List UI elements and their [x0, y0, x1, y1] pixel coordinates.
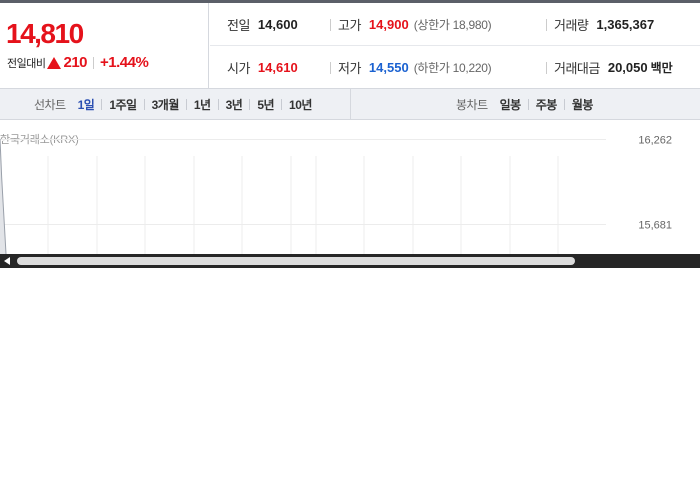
tab-monthly-candle[interactable]: 월봉 — [572, 96, 594, 113]
stat-label: 고가 — [338, 18, 361, 33]
line-chart-tabs: 선차트 1일 1주일 3개월 1년 3년 5년 10년 — [34, 89, 312, 119]
y-tick-label: 16,262 — [638, 135, 672, 147]
stat-value: 14,900 — [368, 17, 409, 32]
change-value: 210 — [63, 54, 88, 71]
tab-1-week[interactable]: 1주일 — [109, 96, 137, 113]
upper-limit-label: 상한가 — [417, 18, 450, 32]
chart-scrollbar[interactable] — [0, 254, 700, 268]
tabbar-divider — [350, 89, 351, 119]
stat-trade-amount: 거래대금 20,050 백만 — [546, 46, 673, 89]
stat-volume: 거래량 1,365,367 — [546, 3, 654, 46]
chart-plot: 16,26215,68115,100 — [0, 135, 672, 254]
chart-tabbar: 선차트 1일 1주일 3개월 1년 3년 5년 10년 봉차트 일봉 주봉 월봉 — [0, 89, 700, 120]
stats-row: 시가 14,610 저가 14,550 (하한가 10,220) 거래대금 20… — [210, 46, 700, 89]
stat-prev-close: 전일 14,600 — [227, 3, 298, 46]
tab-10-years[interactable]: 10년 — [289, 96, 312, 113]
quote-summary: 14,810 전일대비 210 +1.44% 전일 14,600 고가 14,9… — [0, 3, 700, 89]
y-tick-label: 15,681 — [638, 220, 672, 232]
change-label: 전일대비 — [7, 57, 46, 70]
stat-open: 시가 14,610 — [227, 46, 298, 89]
candle-chart-tabs: 봉차트 일봉 주봉 월봉 — [456, 89, 593, 119]
scrollbar-thumb[interactable] — [17, 257, 575, 265]
tab-3-years[interactable]: 3년 — [226, 96, 243, 113]
price-chart: 한국거래소(KRX) 16,26215,68115,100 — [0, 120, 700, 254]
stat-value: 14,600 — [257, 17, 298, 32]
price-panel: 14,810 전일대비 210 +1.44% — [0, 3, 209, 89]
divider — [527, 98, 529, 110]
current-price: 14,810 — [6, 18, 84, 49]
tab-1-day[interactable]: 1일 — [78, 96, 95, 113]
divider — [93, 56, 95, 69]
divider — [281, 98, 283, 110]
tab-weekly-candle[interactable]: 주봉 — [536, 96, 558, 113]
stat-low: 저가 14,550 (하한가 10,220) — [330, 46, 492, 89]
stat-label: 거래대금 — [554, 61, 600, 76]
divider — [563, 98, 565, 110]
candle-chart-label: 봉차트 — [456, 97, 488, 112]
scroll-left-icon[interactable] — [4, 257, 10, 265]
upper-limit-value: 18,980 — [452, 18, 488, 32]
divider — [249, 98, 251, 110]
tab-5-years[interactable]: 5년 — [257, 96, 274, 113]
stat-unit: 백만 — [650, 61, 673, 75]
stat-value: 14,610 — [257, 60, 298, 75]
lower-limit-label: 하한가 — [417, 61, 450, 75]
line-chart-label: 선차트 — [34, 97, 66, 112]
stat-value: 14,550 — [368, 60, 409, 75]
stats-panel: 전일 14,600 고가 14,900 (상한가 18,980) 거래량 1,3… — [210, 3, 700, 89]
up-triangle-icon — [47, 56, 62, 69]
tab-1-year[interactable]: 1년 — [194, 96, 211, 113]
tab-daily-candle[interactable]: 일봉 — [500, 96, 522, 113]
divider — [143, 98, 145, 110]
stat-value: 20,050 — [607, 60, 648, 75]
divider — [185, 98, 187, 110]
upper-limit-note: (상한가 18,980) — [413, 18, 492, 32]
stat-value: 1,365,367 — [596, 17, 655, 32]
tab-3-months[interactable]: 3개월 — [152, 96, 180, 113]
stat-label: 전일 — [227, 18, 250, 33]
stats-row: 전일 14,600 고가 14,900 (상한가 18,980) 거래량 1,3… — [210, 3, 700, 46]
change-percent: +1.44% — [100, 54, 149, 71]
stat-label: 거래량 — [554, 18, 589, 33]
stat-high: 고가 14,900 (상한가 18,980) — [330, 3, 492, 46]
divider — [217, 98, 219, 110]
lower-limit-value: 10,220 — [452, 61, 488, 75]
stat-label: 저가 — [338, 61, 361, 76]
divider — [101, 98, 103, 110]
lower-limit-note: (하한가 10,220) — [413, 61, 492, 75]
change-row: 전일대비 210 +1.44% — [7, 54, 149, 71]
stat-label: 시가 — [227, 61, 250, 76]
